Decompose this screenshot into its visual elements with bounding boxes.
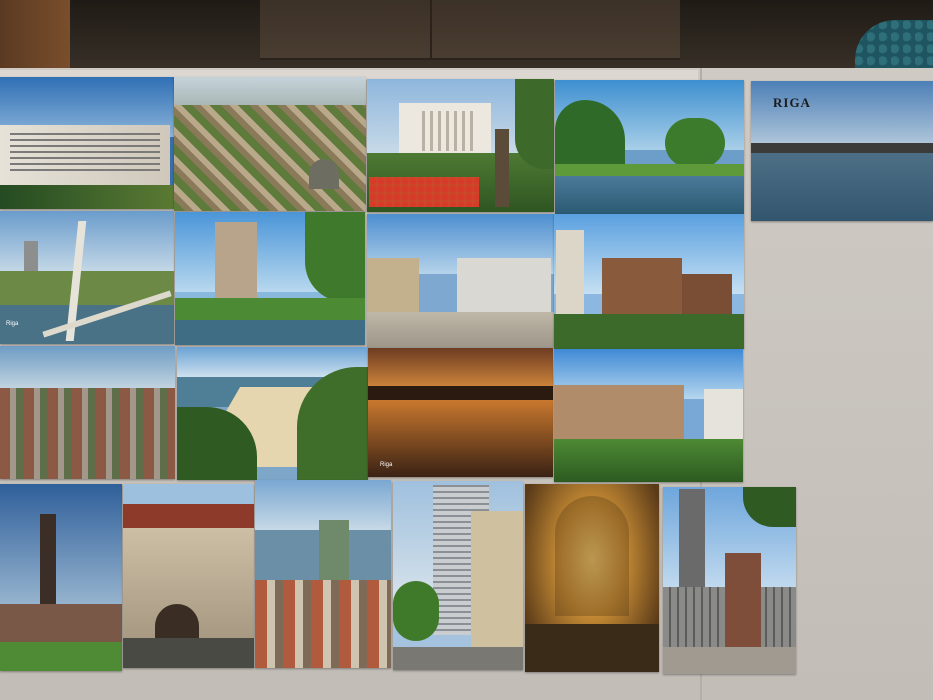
postcard-city-panorama [0, 346, 175, 479]
sunset-caption: Riga [380, 462, 393, 468]
postcard-sunset: Riga [368, 348, 553, 477]
postcard-riflemen-monument [663, 487, 796, 674]
postcard-cover-riga: RIGA [751, 81, 933, 221]
bridge-caption: Riga [6, 321, 19, 327]
postcard-cable-bridge: Riga [0, 211, 174, 344]
postcard-modern-square [367, 214, 554, 347]
postcard-park-canal [555, 80, 744, 214]
postcard-beach [177, 347, 368, 480]
postcard-opera-house [367, 79, 554, 212]
postcard-castle-tower [554, 214, 744, 349]
postcard-old-town-river [255, 480, 391, 668]
postcard-hotel [0, 77, 174, 209]
postcard-aerial-old-town [174, 77, 366, 211]
postcard-cathedral-interior [525, 484, 659, 672]
postcard-st-peters-church [0, 484, 122, 671]
photo-scene: RIGA Riga Riga [0, 0, 933, 700]
cabinet [260, 0, 680, 60]
wooden-shelf [0, 0, 70, 72]
postcard-square-trees [554, 349, 743, 482]
postcard-swedish-gate [123, 484, 254, 668]
cover-title: RIGA [773, 95, 811, 110]
postcard-hotel-street [393, 481, 523, 670]
postcard-tower-reflection [175, 212, 365, 345]
